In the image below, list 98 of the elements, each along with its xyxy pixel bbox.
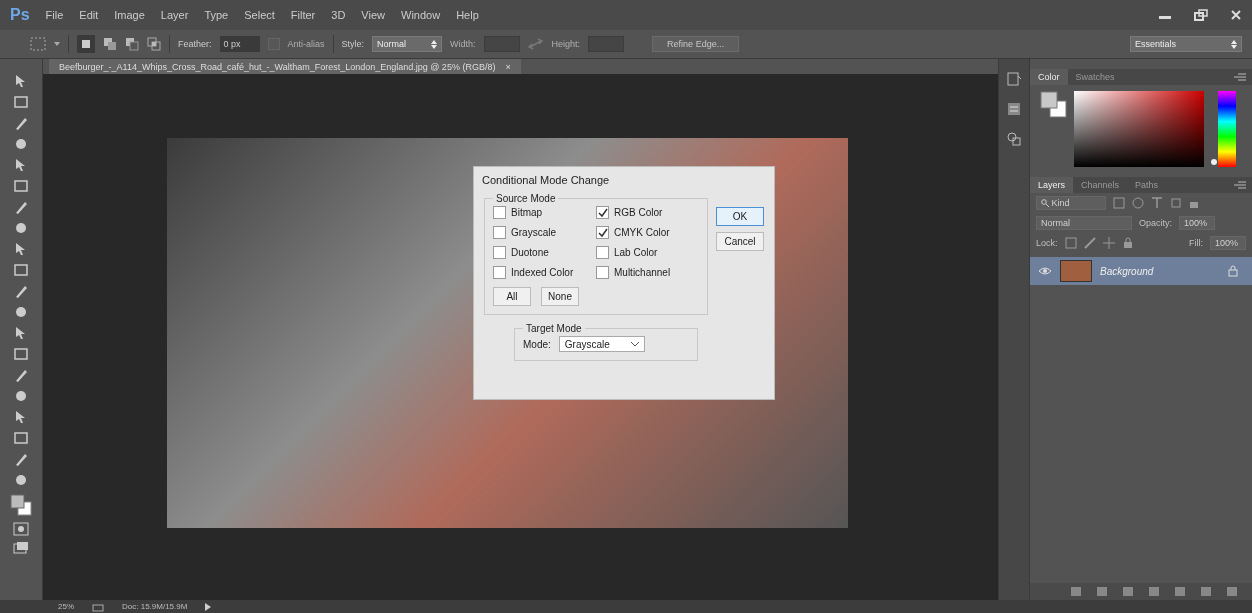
menu-item[interactable]: Image — [114, 9, 145, 21]
menu-item[interactable]: Select — [244, 9, 275, 21]
panel-tab[interactable]: Channels — [1073, 177, 1128, 193]
menu-item[interactable]: Help — [456, 9, 479, 21]
lock-pixels-icon[interactable] — [1064, 237, 1077, 249]
lock-icon[interactable] — [1121, 237, 1134, 249]
quick-mask-icon[interactable] — [13, 522, 29, 536]
checkbox[interactable] — [493, 206, 506, 219]
panel-tab[interactable]: Layers — [1030, 177, 1073, 193]
dialog-button[interactable]: OK — [716, 207, 764, 226]
panel-tab[interactable]: Paths — [1127, 177, 1167, 193]
checkbox-label: CMYK Color — [614, 227, 670, 238]
app-logo: Ps — [10, 6, 30, 24]
checkbox[interactable] — [493, 246, 506, 259]
mode-label: Mode: — [523, 338, 551, 350]
marquee-icon[interactable] — [13, 94, 29, 110]
zoom-level: 25% — [58, 602, 74, 611]
menu-item[interactable]: View — [361, 9, 385, 21]
checkbox[interactable] — [493, 266, 506, 279]
checkbox-label: Indexed Color — [511, 267, 574, 278]
checkbox[interactable] — [596, 246, 609, 259]
visibility-icon[interactable] — [1038, 266, 1052, 276]
document-size: Doc: 15.9M/15.9M — [122, 602, 188, 611]
menu-item[interactable]: Edit — [79, 9, 99, 21]
caret-icon[interactable] — [630, 341, 639, 347]
anti-alias-label: Anti-alias — [287, 39, 325, 49]
fg-bg-color-icon[interactable] — [1040, 91, 1068, 119]
restore-icon[interactable] — [1194, 9, 1208, 21]
image-filter-icon[interactable] — [1113, 197, 1125, 209]
style-label: Style: — [341, 39, 365, 49]
search-icon — [1041, 199, 1049, 207]
checkbox-label: Bitmap — [511, 207, 543, 218]
height-label: Height: — [551, 39, 581, 49]
shape-filter-icon[interactable] — [1170, 197, 1182, 209]
feather-label: Feather: — [178, 39, 212, 49]
menu-item[interactable]: Filter — [290, 9, 316, 21]
blend-mode-dropdown[interactable]: Normal — [1036, 216, 1132, 230]
type-filter-icon[interactable] — [1151, 197, 1163, 209]
add-selection-icon[interactable] — [103, 37, 117, 51]
select-button[interactable]: None — [541, 287, 579, 306]
checkbox-label: Duotone — [511, 247, 549, 258]
rectangle-icon[interactable] — [13, 430, 29, 446]
panel-menu-icon[interactable] — [1234, 181, 1246, 189]
properties-icon[interactable] — [1006, 101, 1022, 117]
document-tab[interactable]: Beefburger_-_A114_Whips_Cross_Road_café_hut_-_Waltham_Forest_London_England.jpg @ 25% (RGB/8) × — [49, 59, 521, 74]
dialog-title: Conditional Mode Change — [481, 173, 611, 188]
history-icon[interactable] — [1006, 71, 1022, 87]
layer-name: Background — [1100, 265, 1154, 277]
filter-kind-dropdown[interactable]: Kind — [1036, 196, 1106, 210]
workspace-dropdown[interactable]: Essentials — [1130, 36, 1242, 52]
spinner-arrows-icon — [1231, 39, 1237, 49]
refine-edge-button[interactable]: Refine Edge... — [652, 36, 740, 52]
menu-item[interactable]: Layer — [160, 9, 189, 21]
slider-thumb[interactable] — [1211, 159, 1217, 166]
color-swatches-icon[interactable] — [9, 493, 33, 517]
layer-thumbnail — [1060, 260, 1092, 282]
lock-label: Lock: — [1036, 238, 1058, 248]
menu-item[interactable]: Window — [401, 9, 441, 21]
layer-row[interactable]: Background — [1030, 257, 1252, 285]
color-picker-field[interactable] — [1074, 91, 1204, 167]
opacity-field[interactable]: 100% — [1179, 216, 1215, 230]
clone-source-icon[interactable] — [1006, 131, 1022, 147]
menu-item[interactable]: File — [45, 9, 64, 21]
menu-item[interactable]: Type — [204, 9, 229, 21]
checkbox[interactable] — [596, 226, 609, 239]
play-icon[interactable] — [205, 602, 212, 611]
marquee-icon[interactable] — [30, 37, 46, 51]
close-icon[interactable] — [1230, 9, 1242, 21]
checkbox[interactable] — [493, 226, 506, 239]
checkbox-label: Grayscale — [511, 227, 556, 238]
feather-field[interactable]: 0 px — [219, 36, 260, 52]
subtract-selection-icon[interactable] — [125, 37, 139, 51]
group-label: Source Mode — [495, 193, 557, 204]
fill-field[interactable]: 100% — [1210, 236, 1246, 250]
checkbox[interactable] — [596, 266, 609, 279]
caret-icon[interactable] — [54, 42, 60, 46]
select-button[interactable]: All — [493, 287, 531, 306]
fill-label: Fill: — [1189, 238, 1203, 248]
checkbox-label: Lab Color — [614, 247, 658, 258]
checkbox-label: Multichannel — [614, 267, 671, 278]
group-label: Target Mode — [525, 323, 583, 334]
width-label: Width: — [450, 39, 476, 49]
checkbox-label: RGB Color — [614, 207, 663, 218]
screen-mode-icon[interactable] — [13, 541, 29, 555]
panel-tab[interactable]: Swatches — [1067, 69, 1123, 85]
new-selection-icon[interactable] — [77, 35, 95, 53]
spinner-arrows-icon — [431, 39, 438, 49]
checkbox[interactable] — [596, 206, 609, 219]
adjustment-filter-icon[interactable] — [1132, 197, 1144, 209]
panel-menu-icon[interactable] — [1234, 73, 1246, 81]
style-dropdown[interactable]: Normal — [372, 36, 443, 52]
opacity-label: Opacity: — [1139, 218, 1172, 228]
intersect-selection-icon[interactable] — [147, 37, 161, 51]
mode-dropdown[interactable]: Grayscale — [558, 336, 645, 352]
menu-item[interactable]: 3D — [331, 9, 346, 21]
dialog-button[interactable]: Cancel — [716, 232, 764, 251]
move-icon[interactable] — [1102, 237, 1115, 249]
panel-tab[interactable]: Color — [1030, 69, 1068, 85]
